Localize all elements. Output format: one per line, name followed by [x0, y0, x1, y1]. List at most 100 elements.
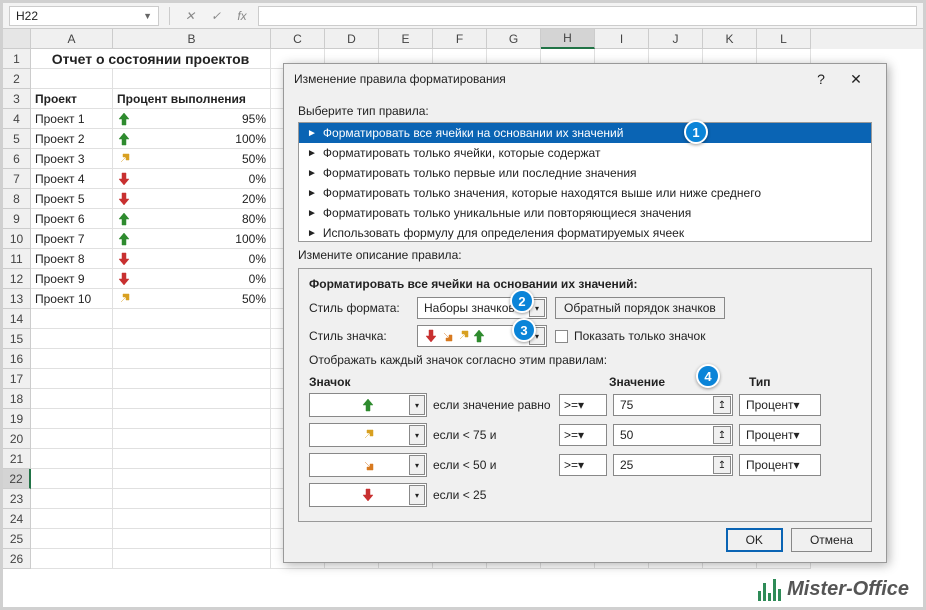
cell[interactable]: 0% [113, 169, 271, 189]
cell[interactable]: Проект 4 [31, 169, 113, 189]
cell[interactable] [31, 509, 113, 529]
row-header[interactable]: 5 [3, 129, 31, 149]
icon-picker[interactable]: ▾ [309, 453, 427, 477]
row-header[interactable]: 21 [3, 449, 31, 469]
row-header[interactable]: 22 [3, 469, 31, 489]
cell[interactable] [31, 489, 113, 509]
cell[interactable] [113, 429, 271, 449]
value-input[interactable]: 75↥ [613, 394, 733, 416]
cell[interactable]: Отчет о состоянии проектов [31, 49, 271, 69]
close-button[interactable]: ✕ [836, 64, 876, 94]
row-header[interactable]: 9 [3, 209, 31, 229]
row-header[interactable]: 4 [3, 109, 31, 129]
column-header[interactable]: E [379, 29, 433, 49]
cell[interactable] [31, 329, 113, 349]
cell[interactable]: Проект 1 [31, 109, 113, 129]
type-dropdown[interactable]: Процент▾ [739, 394, 821, 416]
column-header[interactable]: J [649, 29, 703, 49]
range-ref-icon[interactable]: ↥ [713, 456, 731, 474]
cell[interactable]: 100% [113, 229, 271, 249]
cell[interactable] [31, 409, 113, 429]
cell[interactable] [113, 349, 271, 369]
cell[interactable]: Проект 9 [31, 269, 113, 289]
operator-dropdown[interactable]: >=▾ [559, 394, 607, 416]
rule-type-list[interactable]: ►Форматировать все ячейки на основании и… [298, 122, 872, 242]
cell[interactable]: Проект 2 [31, 129, 113, 149]
cancel-formula-icon[interactable]: ✕ [180, 6, 200, 26]
cell[interactable]: 0% [113, 269, 271, 289]
cell[interactable] [113, 409, 271, 429]
cell[interactable]: Процент выполнения [113, 89, 271, 109]
cell[interactable]: Проект 5 [31, 189, 113, 209]
cell[interactable] [31, 389, 113, 409]
rule-type-item[interactable]: ►Форматировать только ячейки, которые со… [299, 143, 871, 163]
row-header[interactable]: 11 [3, 249, 31, 269]
cell[interactable] [113, 509, 271, 529]
row-header[interactable]: 7 [3, 169, 31, 189]
cell[interactable] [113, 549, 271, 569]
reverse-icon-order-button[interactable]: Обратный порядок значков [555, 297, 725, 319]
operator-dropdown[interactable]: >=▾ [559, 424, 607, 446]
row-header[interactable]: 6 [3, 149, 31, 169]
cell[interactable]: Проект 3 [31, 149, 113, 169]
column-header[interactable]: A [31, 29, 113, 49]
name-box[interactable]: H22 ▼ [9, 6, 159, 26]
cell[interactable] [113, 69, 271, 89]
cell[interactable]: 100% [113, 129, 271, 149]
cell[interactable]: 50% [113, 149, 271, 169]
row-header[interactable]: 8 [3, 189, 31, 209]
row-header[interactable]: 26 [3, 549, 31, 569]
column-header[interactable]: D [325, 29, 379, 49]
cell[interactable] [31, 349, 113, 369]
cell[interactable] [113, 389, 271, 409]
fx-icon[interactable]: fx [232, 6, 252, 26]
cell[interactable]: 95% [113, 109, 271, 129]
row-header[interactable]: 24 [3, 509, 31, 529]
cell[interactable] [113, 309, 271, 329]
cell[interactable] [113, 529, 271, 549]
row-header[interactable]: 20 [3, 429, 31, 449]
type-dropdown[interactable]: Процент▾ [739, 454, 821, 476]
row-header[interactable]: 2 [3, 69, 31, 89]
cell[interactable]: 0% [113, 249, 271, 269]
cell[interactable]: Проект 6 [31, 209, 113, 229]
cell[interactable] [113, 369, 271, 389]
value-input[interactable]: 50↥ [613, 424, 733, 446]
icon-picker[interactable]: ▾ [309, 393, 427, 417]
column-header[interactable]: H [541, 29, 595, 49]
show-icon-only-checkbox[interactable] [555, 330, 568, 343]
rule-type-item[interactable]: ►Форматировать только уникальные или пов… [299, 203, 871, 223]
cell[interactable]: Проект [31, 89, 113, 109]
help-button[interactable]: ? [806, 71, 836, 87]
row-header[interactable]: 23 [3, 489, 31, 509]
type-dropdown[interactable]: Процент▾ [739, 424, 821, 446]
cell[interactable] [31, 429, 113, 449]
cell[interactable] [31, 529, 113, 549]
cell[interactable] [31, 449, 113, 469]
column-header[interactable]: G [487, 29, 541, 49]
row-header[interactable]: 15 [3, 329, 31, 349]
cell[interactable]: 20% [113, 189, 271, 209]
column-header[interactable]: K [703, 29, 757, 49]
cell[interactable]: Проект 7 [31, 229, 113, 249]
rule-type-item[interactable]: ►Форматировать только значения, которые … [299, 183, 871, 203]
cell[interactable] [113, 489, 271, 509]
value-input[interactable]: 25↥ [613, 454, 733, 476]
cell[interactable] [113, 449, 271, 469]
cell[interactable]: Проект 8 [31, 249, 113, 269]
rule-type-item[interactable]: ►Форматировать только первые или последн… [299, 163, 871, 183]
row-header[interactable]: 16 [3, 349, 31, 369]
operator-dropdown[interactable]: >=▾ [559, 454, 607, 476]
range-ref-icon[interactable]: ↥ [713, 426, 731, 444]
row-header[interactable]: 1 [3, 49, 31, 69]
rule-type-item[interactable]: ►Использовать формулу для определения фо… [299, 223, 871, 242]
cell[interactable]: 50% [113, 289, 271, 309]
column-header[interactable]: B [113, 29, 271, 49]
ok-button[interactable]: OK [726, 528, 783, 552]
icon-picker[interactable]: ▾ [309, 483, 427, 507]
row-header[interactable]: 17 [3, 369, 31, 389]
icon-picker[interactable]: ▾ [309, 423, 427, 447]
cell[interactable] [113, 329, 271, 349]
row-header[interactable]: 19 [3, 409, 31, 429]
column-header[interactable]: L [757, 29, 811, 49]
